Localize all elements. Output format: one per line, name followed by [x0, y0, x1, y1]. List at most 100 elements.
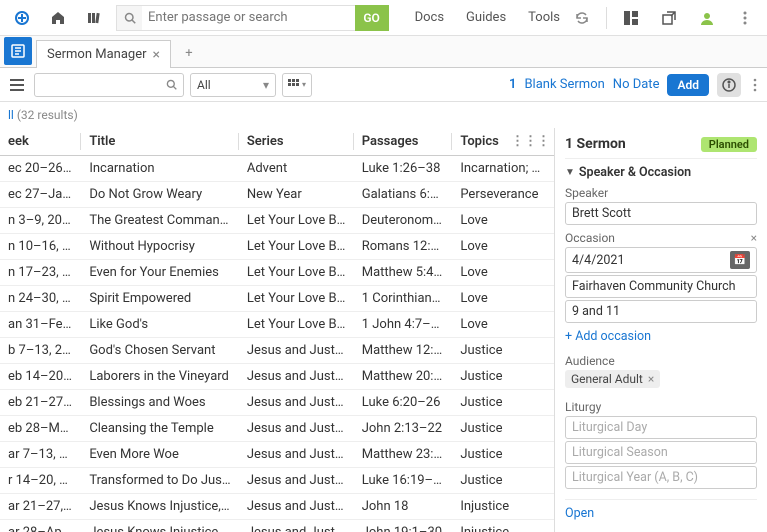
- clear-occasion-icon[interactable]: ×: [751, 231, 757, 245]
- sidebar-title: 1 Sermon: [565, 136, 626, 152]
- liturgical-season-field[interactable]: Liturgical Season: [565, 441, 757, 464]
- cell-week: ec 27–Jan 2,…: [0, 182, 81, 208]
- table-row[interactable]: ar 21–27, 2021Jesus Knows Injustice, Par…: [0, 494, 554, 520]
- nav-guides[interactable]: Guides: [466, 10, 506, 25]
- open-link[interactable]: Open: [565, 500, 757, 527]
- blank-sermon-link[interactable]: Blank Sermon: [524, 77, 604, 92]
- cell-title: Like God's: [81, 312, 239, 338]
- search-icon[interactable]: [116, 5, 142, 31]
- col-series[interactable]: Series: [239, 128, 354, 156]
- table-row[interactable]: ec 20–26, 2020IncarnationAdventLuke 1:26…: [0, 156, 554, 182]
- kebab-icon[interactable]: [731, 4, 759, 32]
- top-bar: GO Docs Guides Tools: [0, 0, 767, 36]
- table-row[interactable]: n 3–9, 2021The Greatest CommandmentLet Y…: [0, 208, 554, 234]
- table-row[interactable]: eb 14–20, 2021Laborers in the VineyardJe…: [0, 364, 554, 390]
- cell-series: Jesus and Justice: [239, 364, 354, 390]
- table-search[interactable]: [34, 73, 184, 97]
- cell-week: n 24–30, 2021: [0, 286, 81, 312]
- app-menu-icon[interactable]: [8, 4, 36, 32]
- results-link[interactable]: ll: [8, 108, 14, 122]
- table-row[interactable]: r 14–20, 2021Transformed to Do JusticeJe…: [0, 468, 554, 494]
- add-tab-button[interactable]: +: [175, 39, 203, 67]
- cell-week: eb 14–20, 2021: [0, 364, 81, 390]
- library-icon[interactable]: [80, 4, 108, 32]
- table-row[interactable]: b 7–13, 2021God's Chosen ServantJesus an…: [0, 338, 554, 364]
- user-icon[interactable]: [693, 4, 721, 32]
- remove-tag-icon[interactable]: ×: [648, 372, 654, 386]
- cell-passages: Luke 1:26–38: [354, 156, 453, 182]
- sync-icon[interactable]: [568, 4, 596, 32]
- col-title[interactable]: Title: [81, 128, 239, 156]
- no-date-link[interactable]: No Date: [613, 77, 660, 92]
- filter-dropdown[interactable]: All ▾: [190, 73, 276, 97]
- close-tab-icon[interactable]: ×: [153, 47, 160, 63]
- cell-series: Jesus and Justice: [239, 520, 354, 532]
- tab-bar: Sermon Manager × +: [0, 36, 767, 68]
- details-sidebar: 1 Sermon Planned ▼ Speaker & Occasion Sp…: [555, 128, 767, 532]
- go-button[interactable]: GO: [355, 5, 389, 31]
- view-mode-button[interactable]: ▾: [282, 73, 312, 97]
- cell-series: Jesus and Justice: [239, 338, 354, 364]
- table-row[interactable]: ar 7–13, 2021Even More WoeJesus and Just…: [0, 442, 554, 468]
- search-input[interactable]: [142, 5, 355, 31]
- tab-sermon-manager[interactable]: Sermon Manager ×: [36, 40, 171, 68]
- audience-field[interactable]: General Adult ×: [565, 368, 757, 388]
- table-row[interactable]: n 17–23, 2021Even for Your EnemiesLet Yo…: [0, 260, 554, 286]
- liturgical-day-field[interactable]: Liturgical Day: [565, 416, 757, 439]
- cell-passages: John 2:13–22: [354, 416, 453, 442]
- nav-docs[interactable]: Docs: [415, 10, 444, 25]
- column-options-icon[interactable]: ⋮⋮⋮: [511, 134, 550, 149]
- table-row[interactable]: an 31–Feb 6, …Like God'sLet Your Love Be…: [0, 312, 554, 338]
- occasion-label: Occasion ×: [565, 231, 757, 245]
- panel-kebab-icon[interactable]: [749, 78, 761, 92]
- liturgical-year-field[interactable]: Liturgical Year (A, B, C): [565, 466, 757, 489]
- cell-passages: John 18: [354, 494, 453, 520]
- table-row[interactable]: eb 28–Mar 6,…Cleansing the TempleJesus a…: [0, 416, 554, 442]
- cell-series: Let Your Love Be . . .: [239, 260, 354, 286]
- section-speaker-occasion[interactable]: ▼ Speaker & Occasion: [565, 158, 757, 180]
- logo-tab[interactable]: [4, 37, 32, 65]
- layout-icon[interactable]: [617, 4, 645, 32]
- col-passages[interactable]: Passages: [354, 128, 453, 156]
- nav-tools[interactable]: Tools: [528, 10, 560, 25]
- add-button[interactable]: Add: [667, 74, 709, 96]
- calendar-icon[interactable]: 📅: [730, 251, 750, 269]
- add-occasion-link[interactable]: + Add occasion: [565, 329, 651, 344]
- cell-title: Laborers in the Vineyard: [81, 364, 239, 390]
- occasion-date-field[interactable]: 4/4/2021 📅: [565, 247, 757, 273]
- cell-topics: Love: [452, 286, 554, 312]
- table-row[interactable]: n 24–30, 2021Spirit EmpoweredLet Your Lo…: [0, 286, 554, 312]
- search-small-icon: [166, 79, 177, 90]
- cell-week: n 10–16, 2021: [0, 234, 81, 260]
- table-row[interactable]: ar 28–Apr 3, …Jesus Knows Injustice, Par…: [0, 520, 554, 532]
- occasion-services-field[interactable]: 9 and 11: [565, 300, 757, 323]
- table-row[interactable]: ec 27–Jan 2,…Do Not Grow WearyNew YearGa…: [0, 182, 554, 208]
- table-row[interactable]: eb 21–27, 2021Blessings and WoesJesus an…: [0, 390, 554, 416]
- cell-topics: Injustice: [452, 494, 554, 520]
- speaker-field[interactable]: Brett Scott: [565, 202, 757, 225]
- cell-topics: Justice: [452, 390, 554, 416]
- col-topics[interactable]: Topics⋮⋮⋮: [452, 128, 554, 156]
- cell-passages: Matthew 5:43…: [354, 260, 453, 286]
- col-week[interactable]: eek: [0, 128, 81, 156]
- filter-label: All: [197, 78, 211, 92]
- search-box: GO: [116, 5, 389, 31]
- panel-menu-icon[interactable]: [6, 74, 28, 96]
- cell-week: ar 7–13, 2021: [0, 442, 81, 468]
- cell-title: God's Chosen Servant: [81, 338, 239, 364]
- delete-link[interactable]: Delete: [565, 527, 757, 532]
- main-area: eek Title Series Passages Topics⋮⋮⋮ ec 2…: [0, 128, 767, 532]
- cell-topics: Love: [452, 208, 554, 234]
- cell-week: ar 21–27, 2021: [0, 494, 81, 520]
- cell-week: ec 20–26, 2020: [0, 156, 81, 182]
- info-button[interactable]: [717, 73, 741, 97]
- home-icon[interactable]: [44, 4, 72, 32]
- cell-passages: Deuteronomy …: [354, 208, 453, 234]
- cell-title: Jesus Knows Injustice, Part 2: [81, 520, 239, 532]
- table-row[interactable]: n 10–16, 2021Without HypocrisyLet Your L…: [0, 234, 554, 260]
- popout-icon[interactable]: [655, 4, 683, 32]
- occasion-church-field[interactable]: Fairhaven Community Church: [565, 275, 757, 298]
- toolbar-right: 1 Blank Sermon No Date Add: [509, 73, 761, 97]
- cell-title: The Greatest Commandment: [81, 208, 239, 234]
- cell-topics: Justice: [452, 338, 554, 364]
